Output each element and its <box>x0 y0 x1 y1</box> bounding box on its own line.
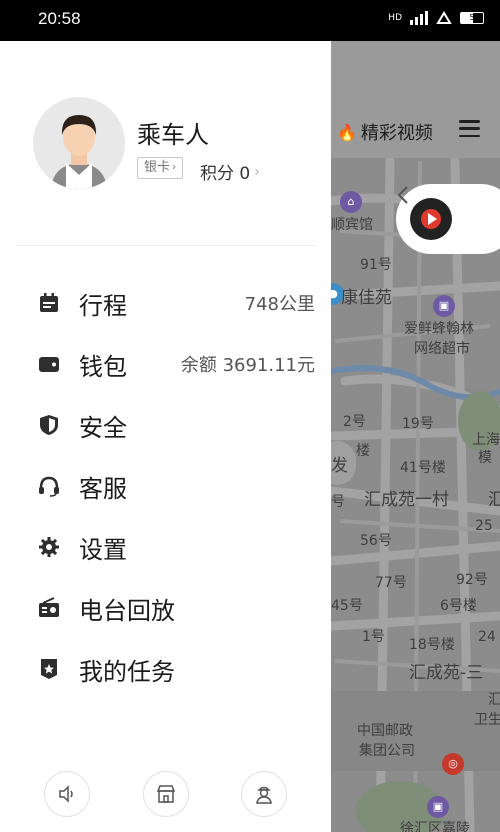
menu-item-settings[interactable]: 设置 <box>0 517 331 577</box>
status-icons: HD 5 <box>388 11 484 25</box>
map-label-92: 92号 <box>456 572 488 588</box>
map-label-56: 56号 <box>360 533 392 549</box>
signal-icon <box>410 11 428 25</box>
shop-poi-icon[interactable]: ▣ <box>433 295 455 317</box>
map-label-2: 2号 <box>343 414 366 430</box>
gear-icon <box>38 536 60 558</box>
notification-icon <box>436 11 452 24</box>
map-label-lou: 楼 <box>356 443 370 459</box>
menu-icon[interactable] <box>459 120 480 137</box>
menu-label-radio-replay: 电台回放 <box>79 596 175 625</box>
calendar-icon <box>38 292 60 314</box>
member-card-label: 银卡 <box>144 160 171 175</box>
tab-featured-video-label: 精彩视频 <box>360 123 433 144</box>
bank-poi-icon[interactable]: ◎ <box>442 753 464 775</box>
map-label-19: 19号 <box>402 416 434 432</box>
side-drawer: 乘车人 银卡 › 积分 0 › 行程 748公里 钱包 余额 3691.11元 … <box>0 41 331 832</box>
menu-label-safety: 安全 <box>79 413 127 442</box>
points-label: 积分 0 <box>200 164 251 184</box>
menu-item-safety[interactable]: 安全 <box>0 395 331 455</box>
chevron-right-icon: › <box>254 163 260 180</box>
task-badge-icon <box>38 658 60 680</box>
map-label-25: 25 <box>475 518 493 534</box>
menu-label-wallet: 钱包 <box>79 352 127 381</box>
store-button[interactable] <box>143 771 189 817</box>
map-label-shop2: 网络超市 <box>414 341 470 357</box>
menu-label-settings: 设置 <box>79 535 127 564</box>
map-label-xuhui: 徐汇区嘉陵 <box>400 821 470 832</box>
menu-item-tasks[interactable]: 我的任务 <box>0 639 331 699</box>
drawer-bottom-bar <box>0 771 331 832</box>
radio-icon <box>38 597 60 619</box>
user-name[interactable]: 乘车人 <box>137 115 209 150</box>
user-avatar-icon <box>51 115 107 189</box>
play-record-icon[interactable] <box>410 198 452 240</box>
driver-button[interactable] <box>241 771 287 817</box>
wallet-balance: 余额 3691.11元 <box>180 355 315 376</box>
menu-item-wallet[interactable]: 钱包 余额 3691.11元 <box>0 334 331 394</box>
map-label-shanghai: 上海 <box>472 432 500 448</box>
map-label-18: 18号楼 <box>409 637 455 653</box>
trip-distance: 748公里 <box>244 294 315 315</box>
battery-icon: 5 <box>460 12 484 24</box>
map-label-24: 24 <box>478 629 496 645</box>
map-label-fa: 发 <box>331 456 348 476</box>
map-label-post1: 中国邮政 <box>357 723 413 739</box>
divider <box>16 245 316 246</box>
speaker-icon <box>59 785 73 803</box>
store-icon <box>156 785 176 803</box>
map-label-huicheng3: 汇成苑-三 <box>409 663 484 683</box>
map-label-hui2: 汇 <box>488 692 500 708</box>
map-label-45: 45号 <box>331 598 363 614</box>
map-label-91: 91号 <box>360 257 392 273</box>
chevron-right-icon: › <box>172 162 177 173</box>
shield-icon <box>38 414 60 436</box>
map-label-hotel: 顺宾馆 <box>331 217 373 233</box>
menu-item-radio-replay[interactable]: 电台回放 <box>0 578 331 638</box>
menu-label-support: 客服 <box>79 474 127 503</box>
flame-icon: 🔥 <box>337 122 357 142</box>
headset-icon <box>38 475 60 497</box>
avatar[interactable] <box>33 97 125 189</box>
map-label-huicheng1: 汇成苑一村 <box>364 490 449 510</box>
tab-featured-video[interactable]: 🔥 精彩视频 <box>337 119 433 145</box>
wallet-icon <box>38 353 60 375</box>
map-label-6: 6号楼 <box>440 598 477 614</box>
map-label-wei: 卫生 <box>474 712 500 728</box>
map-label-mo: 模 <box>478 450 492 466</box>
hotel-poi-icon[interactable]: ⌂ <box>340 191 362 213</box>
network-hd-label: HD <box>388 13 402 23</box>
map-label-post2: 集团公司 <box>359 743 415 759</box>
map-label-shop1: 爱鲜蜂翰林 <box>404 321 474 337</box>
floating-video-pill[interactable] <box>396 184 500 254</box>
battery-level: 5 <box>469 13 475 22</box>
map-label-hui: 汇 <box>488 490 500 510</box>
status-bar: 20:58 HD 5 <box>0 0 500 41</box>
map-label-5: 号 <box>331 494 345 510</box>
shop-poi-icon-2[interactable]: ▣ <box>427 796 449 818</box>
map-label-77: 77号 <box>375 575 407 591</box>
speaker-button[interactable] <box>44 771 90 817</box>
member-card-badge[interactable]: 银卡 › <box>137 157 184 179</box>
map-label-1: 1号 <box>362 629 385 645</box>
chevron-left-icon[interactable] <box>396 184 410 206</box>
status-time: 20:58 <box>38 9 81 28</box>
map-label-kangjia: 康佳苑 <box>341 288 392 308</box>
driver-icon <box>256 786 272 804</box>
menu-label-tasks: 我的任务 <box>79 657 175 686</box>
map-label-41: 41号楼 <box>400 460 446 476</box>
points-link[interactable]: 积分 0 › <box>200 159 260 185</box>
menu-item-trips[interactable]: 行程 748公里 <box>0 273 331 333</box>
menu-item-support[interactable]: 客服 <box>0 456 331 516</box>
menu-label-trips: 行程 <box>79 291 127 320</box>
